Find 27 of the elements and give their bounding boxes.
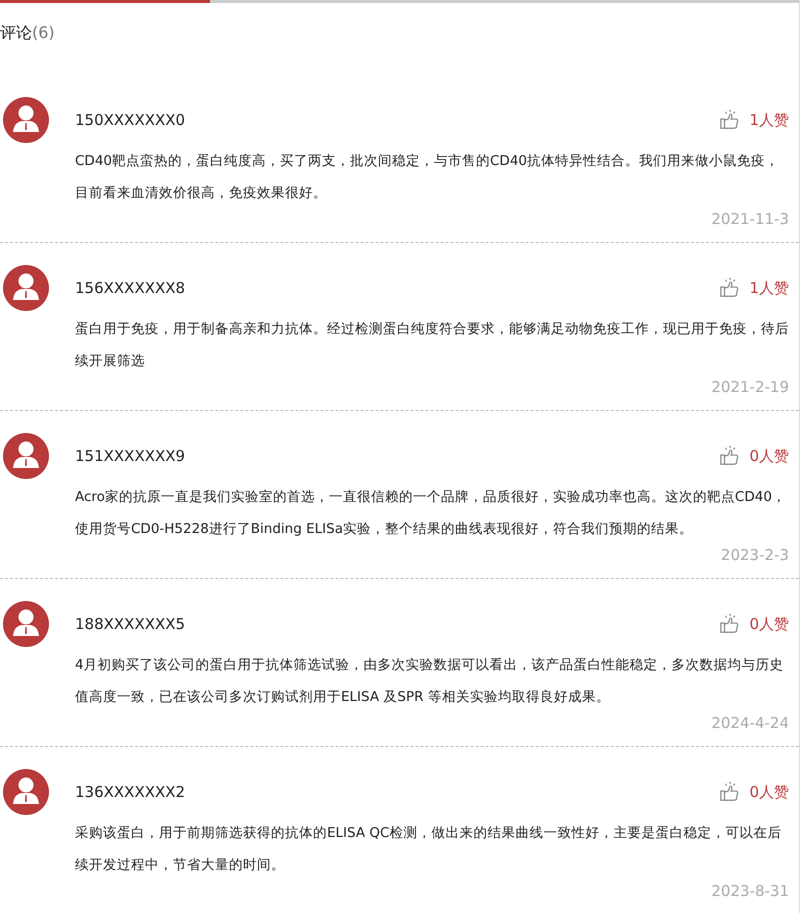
comment-date: 2024-4-24: [711, 714, 789, 732]
comment-date: 2021-2-19: [711, 378, 789, 396]
like-count: 1人赞: [749, 110, 789, 130]
username: 136XXXXXXX2: [75, 783, 186, 801]
comment-text: 4月初购买了该公司的蛋白用于抗体筛选试验，由多次实验数据可以看出，该产品蛋白性能稳定，多次数据均与历史值高度一致，已在该公司多次订购试剂用于ELISA 及SPR 等相关实验均取得良好成果。: [75, 656, 785, 707]
comment-date: 2023-8-31: [711, 882, 789, 900]
username: 156XXXXXXX8: [75, 279, 186, 297]
comment-date: 2021-11-3: [711, 210, 789, 228]
avatar-icon: [3, 265, 49, 311]
like-count: 1人赞: [749, 278, 789, 298]
comment-text: 蛋白用于免疫，用于制备高亲和力抗体。经过检测蛋白纯度符合要求，能够满足动物免疫工作，现已用于免疫，待后续开展筛选: [75, 320, 790, 371]
avatar-icon: [3, 97, 49, 143]
like-count: 0人赞: [749, 782, 789, 802]
username: 151XXXXXXX9: [75, 447, 186, 465]
section-title: 评论: [0, 23, 32, 42]
like-count: 0人赞: [749, 446, 789, 466]
comment-date: 2023-2-3: [720, 546, 789, 564]
avatar-icon: [3, 433, 49, 479]
comment-text: 采购该蛋白，用于前期筛选获得的抗体的ELISA QC检测，做出来的结果曲线一致性好，主要是蛋白稳定，可以在后续开发过程中，节省大量的时间。: [75, 824, 782, 875]
comment-count: (6): [32, 23, 55, 42]
like-count: 0人赞: [749, 614, 789, 634]
comment-text: Acro家的抗原一直是我们实验室的首选，一直很信赖的一个品牌，品质很好，实验成功率也高。这次的靶点CD40，使用货号CD0-H5228进行了Binding ELISa实验，整个结果的曲线表现很好，符合我们预期的结果。: [75, 488, 787, 539]
username: 150XXXXXXX0: [75, 111, 186, 129]
avatar-icon: [3, 769, 49, 815]
avatar-icon: [3, 601, 49, 647]
username: 188XXXXXXX5: [75, 615, 186, 633]
comment-text: CD40靶点蛮热的，蛋白纯度高，买了两支，批次间稳定，与市售的CD40抗体特异性结合。我们用来做小鼠免疫，目前看来血清效价很高，免疫效果很好。: [75, 152, 780, 203]
